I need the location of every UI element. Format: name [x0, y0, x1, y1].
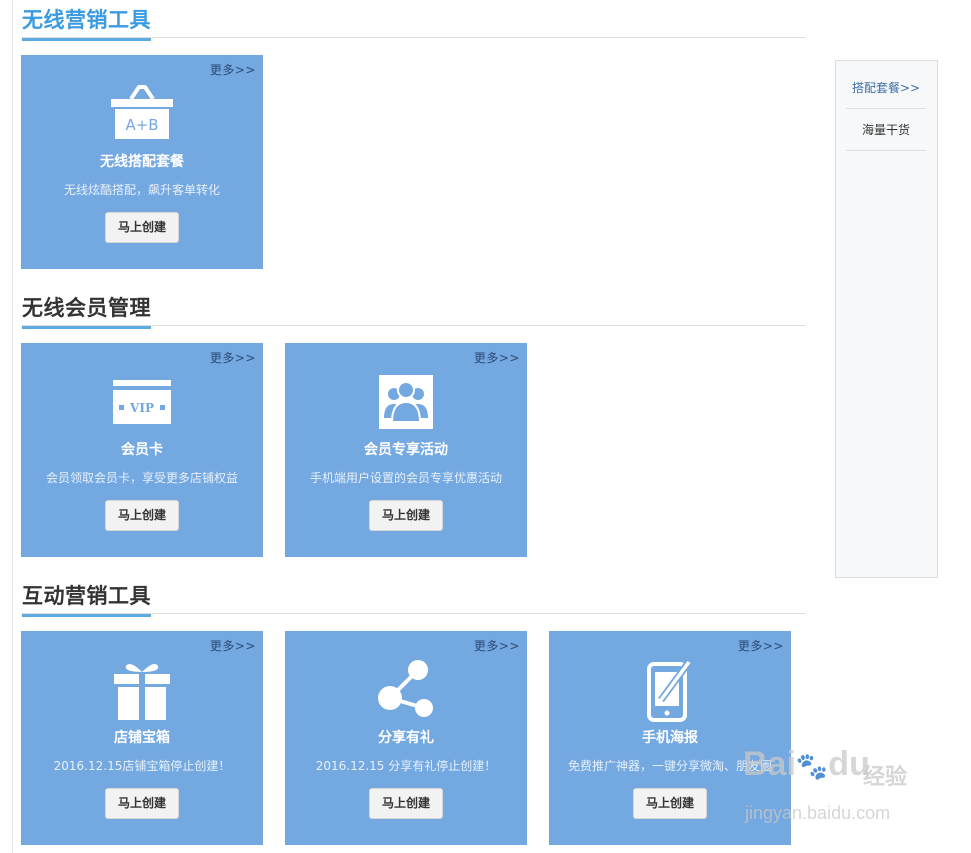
create-now-button[interactable]: 马上创建 [368, 500, 444, 531]
more-link[interactable]: 更多>> [474, 637, 520, 654]
vip-card-icon: VIP [113, 380, 171, 424]
sidebar-divider [846, 150, 926, 151]
card-description: 2016.12.15店铺宝箱停止创建！ [53, 759, 231, 773]
package-ab-icon: A+B [111, 85, 173, 139]
phone-brush-icon [647, 659, 692, 722]
card-wireless-package: 更多>> A+B 无线搭配套餐 无线炫酷搭配，飙升客单转化 马上创建 [21, 55, 263, 269]
section-divider [22, 37, 805, 38]
section-divider [22, 613, 805, 614]
card-title: 无线搭配套餐 [100, 154, 184, 170]
card-member-activity: 更多>> 会员专享活动 手机端用户设置的会员专享优惠活动 马上创建 [285, 343, 527, 557]
right-sidebar: 搭配套餐>> 海量干货 [835, 60, 938, 578]
card-title: 手机海报 [642, 730, 698, 746]
section-title-wireless-marketing: 无线营销工具 [22, 5, 151, 41]
card-member-card: 更多>> VIP 会员卡 会员领取会员卡，享受更多店铺权益 马上创建 [21, 343, 263, 557]
card-store-treasure-box: 更多>> 店铺宝箱 2016.12.15店铺宝箱停止创建！ 马上创建 [21, 631, 263, 845]
card-description: 2016.12.15 分享有礼停止创建！ [315, 759, 497, 773]
create-now-button[interactable]: 马上创建 [104, 788, 180, 819]
card-description: 无线炫酷搭配，飙升客单转化 [63, 183, 220, 197]
more-link[interactable]: 更多>> [210, 61, 256, 78]
gift-box-icon [114, 664, 170, 720]
share-icon [378, 660, 433, 717]
member-group-icon [379, 375, 433, 429]
card-description: 免费推广神器，一键分享微淘、朋友圈 [567, 759, 772, 773]
create-now-button[interactable]: 马上创建 [368, 788, 444, 819]
card-description: 会员领取会员卡，享受更多店铺权益 [45, 471, 238, 485]
left-border-line [12, 0, 13, 853]
sidebar-item-resources: 海量干货 [861, 123, 910, 137]
create-now-button[interactable]: 马上创建 [104, 500, 180, 531]
card-description: 手机端用户设置的会员专享优惠活动 [309, 471, 502, 485]
more-link[interactable]: 更多>> [474, 349, 520, 366]
card-mobile-poster: 更多>> 手机海报 免费推广神器，一键分享微淘、朋友圈 马上创建 [549, 631, 791, 845]
card-title: 分享有礼 [378, 730, 434, 746]
watermark-label: 经验 [863, 765, 908, 790]
create-now-button[interactable]: 马上创建 [632, 788, 708, 819]
section-title-interactive-marketing: 互动营销工具 [22, 581, 151, 617]
package-ab-text: A+B [125, 116, 158, 134]
sidebar-divider [846, 108, 926, 109]
card-share-gift: 更多>> 分享有礼 2016.12.15 分享有礼停止创建！ 马上创建 [285, 631, 527, 845]
more-link[interactable]: 更多>> [738, 637, 784, 654]
section-divider [22, 325, 805, 326]
card-title: 会员卡 [121, 442, 163, 458]
sidebar-item-package[interactable]: 搭配套餐>> [846, 79, 926, 96]
vip-text: VIP [129, 401, 154, 415]
create-now-button[interactable]: 马上创建 [104, 212, 180, 243]
more-link[interactable]: 更多>> [210, 349, 256, 366]
more-link[interactable]: 更多>> [210, 637, 256, 654]
section-title-wireless-member: 无线会员管理 [22, 293, 151, 329]
card-title: 会员专享活动 [364, 442, 448, 458]
card-title: 店铺宝箱 [114, 730, 170, 746]
